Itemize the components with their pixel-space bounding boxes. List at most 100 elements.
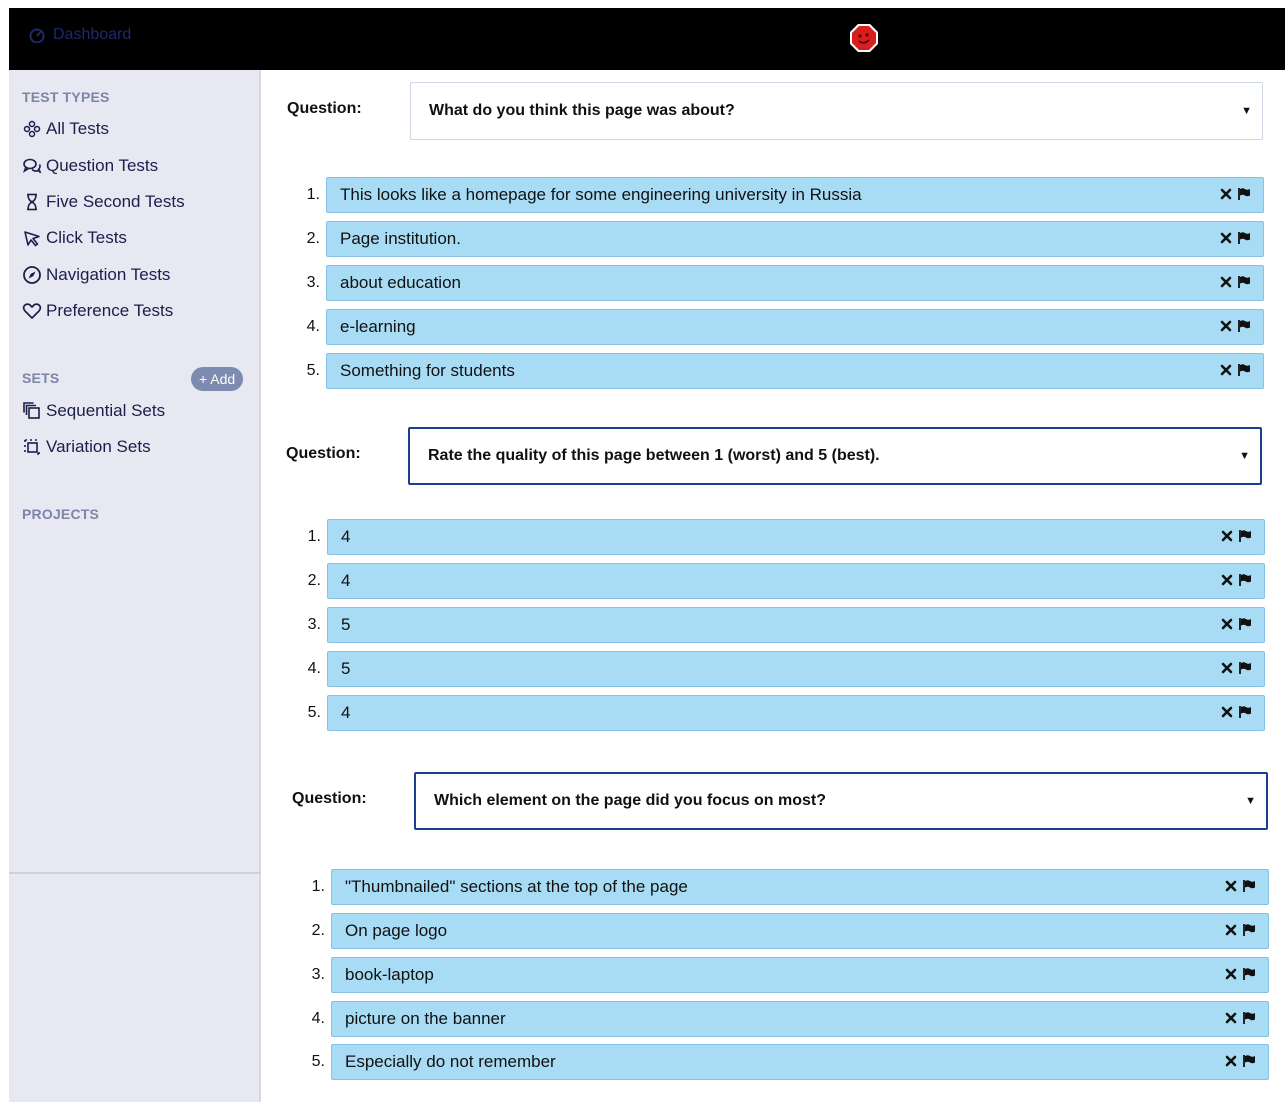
question-text: Which element on the page did you focus … (434, 792, 827, 809)
answer-actions (1220, 661, 1252, 675)
caret-down-icon: ▼ (1241, 105, 1252, 117)
answer-row: 2. Page institution. (286, 221, 1264, 257)
answer-actions (1220, 617, 1252, 631)
remove-x-icon[interactable] (1224, 967, 1238, 981)
flag-icon[interactable] (1237, 363, 1251, 377)
answer-number: 5. (311, 1053, 325, 1070)
answer-text: 5 (327, 607, 1265, 643)
question-select[interactable]: Which element on the page did you focus … (414, 772, 1268, 830)
add-set-button[interactable]: + Add (191, 367, 244, 391)
sidebar-item-preference-tests[interactable]: Preference Tests (22, 301, 173, 321)
flag-icon[interactable] (1242, 1011, 1256, 1025)
sidebar-item-question-tests[interactable]: Question Tests (22, 156, 158, 176)
remove-x-icon[interactable] (1224, 1054, 1238, 1068)
sets-heading: SETS (22, 370, 60, 386)
sidebar-item-sequential-sets[interactable]: Sequential Sets (22, 401, 165, 421)
question-text: Rate the quality of this page between 1 … (428, 447, 880, 464)
flag-icon[interactable] (1242, 1054, 1256, 1068)
remove-x-icon[interactable] (1219, 231, 1233, 245)
remove-x-icon[interactable] (1220, 573, 1234, 587)
answer-text-value: 4 (341, 527, 351, 546)
answer-number: 5. (306, 362, 320, 379)
answer-text: On page logo (331, 913, 1269, 949)
answer-actions (1219, 363, 1251, 377)
heart-icon (22, 303, 42, 319)
answer-actions (1219, 231, 1251, 245)
answer-number: 1. (311, 878, 325, 895)
answer-text: 4 (327, 695, 1265, 731)
answer-row: 4. e-learning (286, 309, 1264, 345)
app-logo-icon[interactable] (848, 22, 880, 54)
flag-icon[interactable] (1237, 275, 1251, 289)
flag-icon[interactable] (1238, 529, 1252, 543)
flag-icon[interactable] (1238, 661, 1252, 675)
answer-number: 5. (307, 704, 321, 721)
remove-x-icon[interactable] (1220, 529, 1234, 543)
flag-icon[interactable] (1237, 231, 1251, 245)
answer-text: Page institution. (326, 221, 1264, 257)
flag-icon[interactable] (1238, 705, 1252, 719)
sidebar-item-five-second-tests[interactable]: Five Second Tests (22, 192, 185, 212)
flag-icon[interactable] (1238, 573, 1252, 587)
answer-number: 4. (311, 1010, 325, 1027)
remove-x-icon[interactable] (1220, 705, 1234, 719)
answer-text-value: Page institution. (340, 229, 461, 248)
remove-x-icon[interactable] (1219, 363, 1233, 377)
flag-icon[interactable] (1237, 187, 1251, 201)
answer-actions (1224, 1054, 1256, 1068)
sidebar-item-label: Variation Sets (46, 437, 151, 456)
remove-x-icon[interactable] (1224, 923, 1238, 937)
answer-row: 3. book-laptop (291, 957, 1269, 993)
sidebar-item-navigation-tests[interactable]: Navigation Tests (22, 265, 170, 285)
sidebar-item-variation-sets[interactable]: Variation Sets (22, 437, 151, 457)
answer-text-value: Especially do not remember (345, 1052, 556, 1071)
answer-number: 1. (307, 528, 321, 545)
remove-x-icon[interactable] (1220, 661, 1234, 675)
sidebar-item-label: Question Tests (46, 156, 159, 175)
sidebar-item-all-tests[interactable]: All Tests (22, 119, 109, 139)
remove-x-icon[interactable] (1219, 187, 1233, 201)
sidebar-item-click-tests[interactable]: Click Tests (22, 228, 127, 248)
dashboard-label: Dashboard (53, 26, 132, 43)
remove-x-icon[interactable] (1220, 617, 1234, 631)
remove-x-icon[interactable] (1224, 879, 1238, 893)
remove-x-icon[interactable] (1219, 319, 1233, 333)
answer-text-value: 5 (341, 659, 351, 678)
answer-row: 1. This looks like a homepage for some e… (286, 177, 1264, 213)
answer-text-value: On page logo (345, 921, 448, 940)
answer-row: 4. 5 (287, 651, 1265, 687)
question-select[interactable]: What do you think this page was about? ▼ (410, 82, 1263, 140)
answer-number: 4. (306, 318, 320, 335)
answer-actions (1219, 319, 1251, 333)
answer-row: 2. On page logo (291, 913, 1269, 949)
flag-icon[interactable] (1242, 879, 1256, 893)
question-label: Question: (287, 100, 362, 117)
question-text: What do you think this page was about? (429, 102, 735, 119)
remove-x-icon[interactable] (1224, 1011, 1238, 1025)
dashboard-gauge-icon (29, 28, 45, 43)
answer-text: This looks like a homepage for some engi… (326, 177, 1264, 213)
sequential-sets-icon (23, 402, 40, 419)
answer-text: about education (326, 265, 1264, 301)
answer-actions (1219, 187, 1251, 201)
sidebar-item-label: All Tests (46, 119, 109, 138)
answer-number: 2. (306, 230, 320, 247)
remove-x-icon[interactable] (1219, 275, 1233, 289)
answer-number: 2. (311, 922, 325, 939)
answer-text: 5 (327, 651, 1265, 687)
answer-text: "Thumbnailed" sections at the top of the… (331, 869, 1269, 905)
answer-actions (1224, 1011, 1256, 1025)
answer-text: 4 (327, 519, 1265, 555)
dashboard-link[interactable]: Dashboard (29, 26, 131, 44)
answer-text: book-laptop (331, 957, 1269, 993)
question-select[interactable]: Rate the quality of this page between 1 … (408, 427, 1262, 485)
sidebar-item-label: Preference Tests (46, 301, 174, 320)
flag-icon[interactable] (1242, 923, 1256, 937)
flag-icon[interactable] (1238, 617, 1252, 631)
flag-icon[interactable] (1242, 967, 1256, 981)
flag-icon[interactable] (1237, 319, 1251, 333)
answer-row: 5. Something for students (286, 353, 1264, 389)
question-bubbles-icon (22, 158, 42, 174)
sidebar-item-label: Navigation Tests (46, 265, 171, 284)
answer-actions (1224, 879, 1256, 893)
